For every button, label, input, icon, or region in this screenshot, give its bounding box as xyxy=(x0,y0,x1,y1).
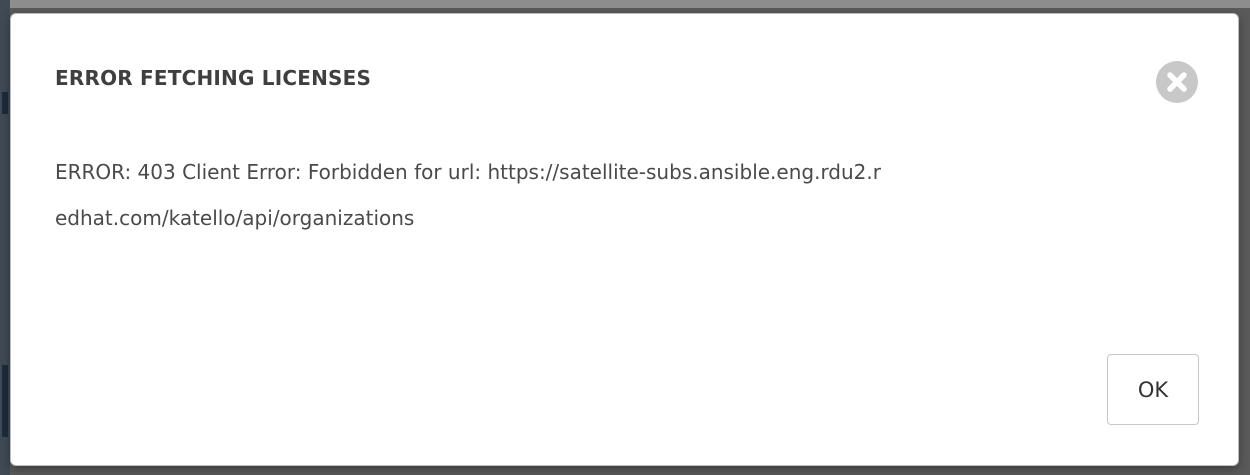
background-page-edge xyxy=(0,0,10,475)
ok-button[interactable]: OK xyxy=(1107,354,1199,425)
error-dialog: ERROR FETCHING LICENSES ERROR: 403 Clien… xyxy=(10,13,1239,466)
error-message: ERROR: 403 Client Error: Forbidden for u… xyxy=(55,160,881,230)
close-icon xyxy=(1167,72,1187,92)
backdrop xyxy=(0,0,1250,8)
background-mark xyxy=(2,92,8,114)
background-mark xyxy=(2,365,8,437)
dialog-title: ERROR FETCHING LICENSES xyxy=(55,66,372,90)
close-button[interactable] xyxy=(1156,61,1198,103)
